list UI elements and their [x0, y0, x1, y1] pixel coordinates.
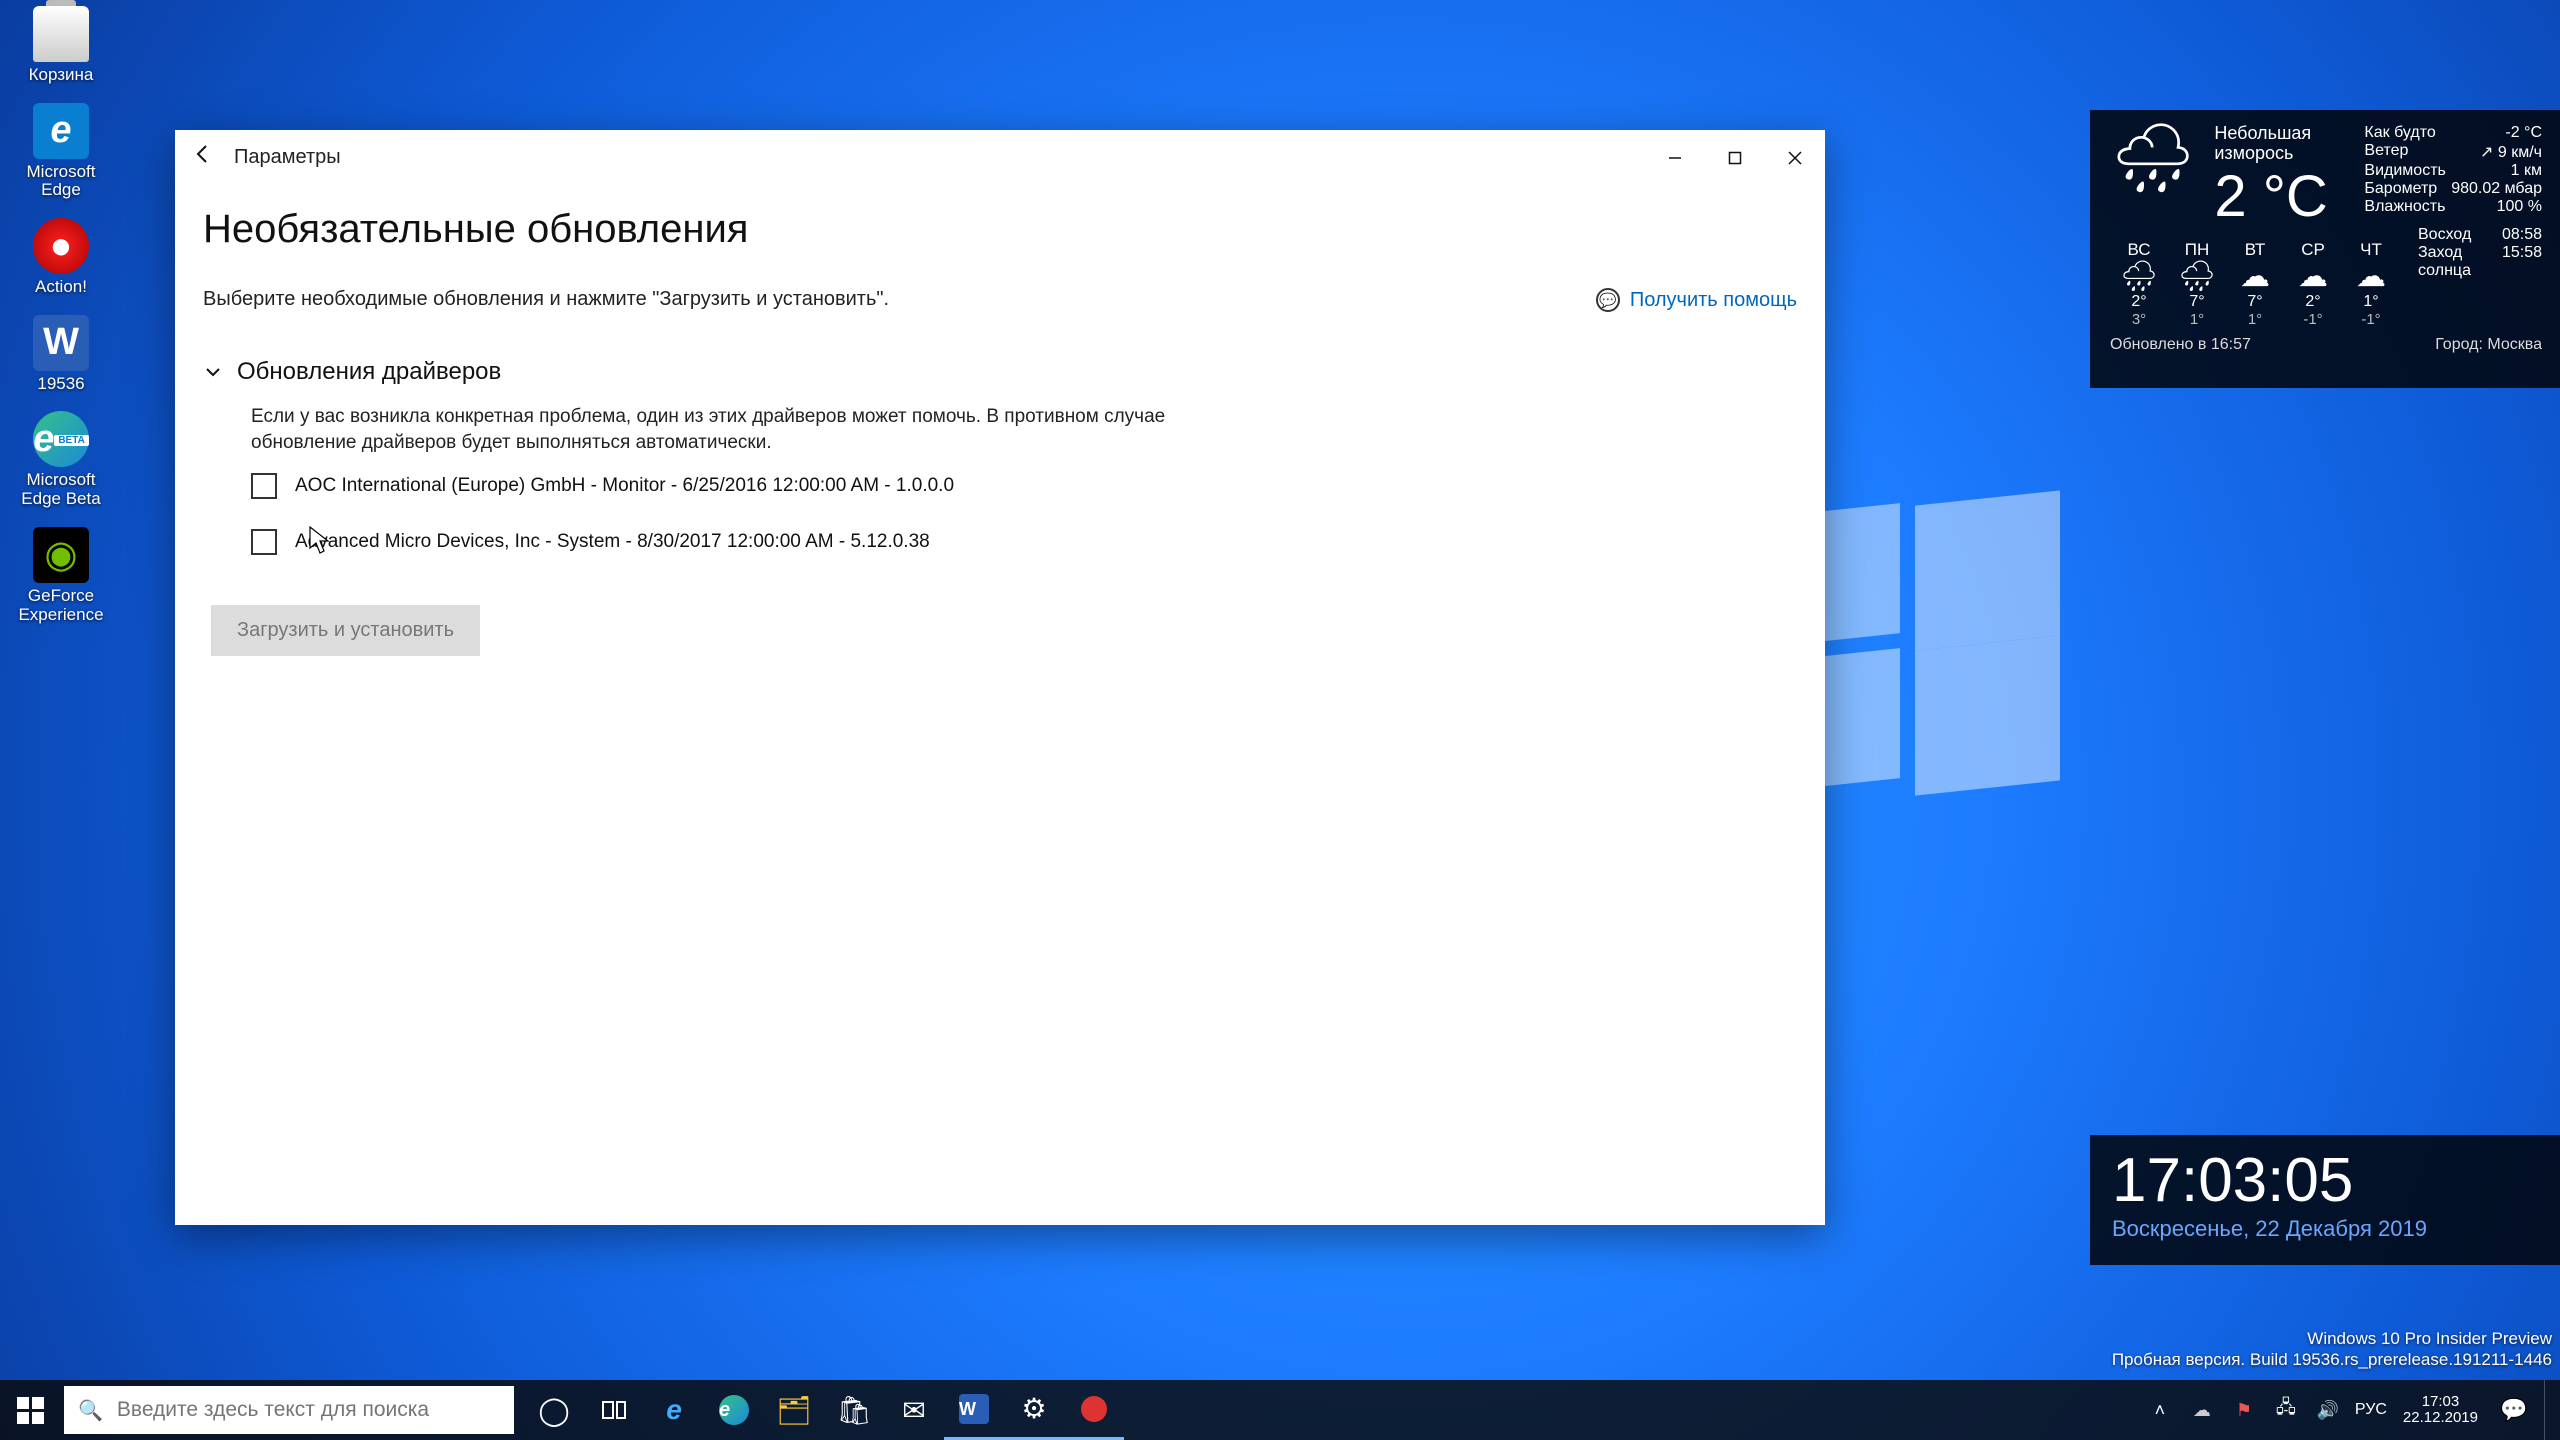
tray-security-icon[interactable]: ⚑: [2229, 1400, 2259, 1421]
weather-city: Город: Москва: [2435, 336, 2542, 354]
forecast-day: СР☁2°-1°: [2284, 240, 2342, 328]
maximize-button[interactable]: [1705, 130, 1765, 185]
get-help-link[interactable]: 💬 Получить помощь: [1596, 288, 1797, 312]
tray-volume-icon[interactable]: 🔊: [2313, 1400, 2343, 1421]
tray-chevron-up-icon[interactable]: ˄: [2145, 1400, 2175, 1421]
forecast-day: ВТ☁7°1°: [2226, 240, 2284, 328]
tray-notifications-icon[interactable]: 💬: [2496, 1397, 2532, 1423]
weather-details: Как будто-2 °CВетер↗ 9 км/чВидимость1 км…: [2364, 124, 2542, 226]
search-icon: 🔍: [78, 1398, 103, 1423]
desktop-icons: Корзина e Microsoft Edge ● Action! W 19536 e…: [6, 6, 126, 642]
tray-language[interactable]: РУС: [2355, 1401, 2385, 1419]
system-tray: ˄ ☁ ⚑ 🖧 🔊 РУС 17:0322.12.2019 💬: [2145, 1380, 2560, 1440]
section-header-toggle[interactable]: Обновления драйверов: [203, 358, 1797, 386]
desktop-icon-build[interactable]: W 19536: [6, 315, 116, 394]
desktop: Корзина e Microsoft Edge ● Action! W 19536 e…: [0, 0, 2560, 1440]
edge-icon: e: [33, 103, 89, 159]
download-install-button[interactable]: Загрузить и установить: [211, 605, 480, 656]
desktop-icon-recycle-bin[interactable]: Корзина: [6, 6, 116, 85]
driver-item: AOC International (Europe) GmbH - Monito…: [251, 473, 1797, 499]
get-help-label: Получить помощь: [1630, 289, 1797, 312]
tray-datetime[interactable]: 17:0322.12.2019: [2403, 1394, 2478, 1427]
clock-widget[interactable]: 17:03:05 Воскресенье, 22 Декабря 2019: [2090, 1135, 2560, 1265]
driver-checkbox[interactable]: [251, 529, 277, 555]
taskbar-settings-icon[interactable]: ⚙: [1004, 1380, 1064, 1440]
page-subtitle: Выберите необходимые обновления и нажмит…: [203, 288, 889, 311]
action-icon: ●: [33, 218, 89, 274]
chevron-down-icon: [203, 362, 223, 382]
settings-window: Параметры Необязательные обновления Выбе…: [175, 130, 1825, 1225]
tray-onedrive-icon[interactable]: ☁: [2187, 1400, 2217, 1421]
edge-beta-icon: eBETA: [33, 411, 89, 467]
task-view-button[interactable]: ◯: [524, 1380, 584, 1440]
taskbar-action-icon[interactable]: [1064, 1380, 1124, 1440]
desktop-icon-edge-beta[interactable]: eBETA Microsoft Edge Beta: [6, 411, 116, 508]
window-title: Параметры: [230, 146, 341, 169]
taskbar-store-icon[interactable]: 🛍: [824, 1380, 884, 1440]
forecast-day: ЧТ☁1°-1°: [2342, 240, 2400, 328]
tray-network-icon[interactable]: 🖧: [2271, 1395, 2301, 1425]
clock-time: 17:03:05: [2112, 1145, 2538, 1216]
driver-item: Advanced Micro Devices, Inc - System - 8…: [251, 529, 1797, 555]
weather-icon: 🌧: [2110, 124, 2196, 226]
desktop-icon-label: GeForce Experience: [6, 587, 116, 624]
desktop-icon-label: Microsoft Edge Beta: [6, 471, 116, 508]
desktop-icon-edge[interactable]: e Microsoft Edge: [6, 103, 116, 200]
section-description: Если у вас возникла конкретная проблема,…: [251, 404, 1271, 455]
page-title: Необязательные обновления: [203, 207, 1797, 252]
taskbar-edge-icon[interactable]: e: [644, 1380, 704, 1440]
desktop-icon-label: 19536: [6, 375, 116, 394]
insider-watermark: Windows 10 Pro Insider Preview Пробная в…: [2112, 1328, 2552, 1371]
weather-forecast: ВС🌧2°3°ПН🌧7°1°ВТ☁7°1°СР☁2°-1°ЧТ☁1°-1°: [2110, 240, 2400, 328]
geforce-icon: ◉: [33, 527, 89, 583]
build-icon: W: [33, 315, 89, 371]
start-button[interactable]: [0, 1380, 60, 1440]
driver-label: Advanced Micro Devices, Inc - System - 8…: [295, 531, 930, 553]
driver-checkbox[interactable]: [251, 473, 277, 499]
desktop-icon-geforce[interactable]: ◉ GeForce Experience: [6, 527, 116, 624]
taskbar-edge-beta-icon[interactable]: e: [704, 1380, 764, 1440]
taskbar-search[interactable]: 🔍: [64, 1386, 514, 1434]
weather-temperature: 2 °C: [2214, 168, 2327, 226]
driver-list: AOC International (Europe) GmbH - Monito…: [203, 473, 1797, 555]
weather-sun-times: Восход08:58Заход солнца15:58: [2418, 226, 2542, 328]
weather-updated: Обновлено в 16:57: [2110, 336, 2251, 354]
taskbar-file-explorer-icon[interactable]: 🗂: [764, 1380, 824, 1440]
window-content: Необязательные обновления Выберите необх…: [175, 185, 1825, 656]
section-header-label: Обновления драйверов: [237, 358, 501, 386]
minimize-button[interactable]: [1645, 130, 1705, 185]
forecast-day: ВС🌧2°3°: [2110, 240, 2168, 328]
timeline-button[interactable]: [584, 1380, 644, 1440]
show-desktop-button[interactable]: [2544, 1380, 2554, 1440]
desktop-icon-label: Action!: [6, 278, 116, 297]
taskbar: 🔍 ◯ e e 🗂 🛍 ✉ W ⚙ ˄ ☁ ⚑ 🖧 🔊 РУС 17:0322.…: [0, 1380, 2560, 1440]
taskbar-mail-icon[interactable]: ✉: [884, 1380, 944, 1440]
clock-date: Воскресенье, 22 Декабря 2019: [2112, 1216, 2538, 1242]
weather-description: Небольшаяизморось: [2214, 124, 2327, 164]
taskbar-pinned-apps: ◯ e e 🗂 🛍 ✉ W ⚙: [524, 1380, 1124, 1440]
desktop-icon-label: Microsoft Edge: [6, 163, 116, 200]
driver-updates-section: Обновления драйверов Если у вас возникла…: [203, 358, 1797, 555]
forecast-day: ПН🌧7°1°: [2168, 240, 2226, 328]
search-input[interactable]: [117, 1398, 500, 1422]
driver-label: AOC International (Europe) GmbH - Monito…: [295, 475, 954, 497]
desktop-icon-label: Корзина: [6, 66, 116, 85]
titlebar: Параметры: [175, 130, 1825, 185]
close-button[interactable]: [1765, 130, 1825, 185]
weather-widget[interactable]: 🌧 Небольшаяизморось 2 °C Как будто-2 °CВ…: [2090, 110, 2560, 388]
recycle-bin-icon: [33, 6, 89, 62]
desktop-icon-action[interactable]: ● Action!: [6, 218, 116, 297]
help-icon: 💬: [1596, 288, 1620, 312]
back-button[interactable]: [175, 142, 230, 173]
taskbar-word-icon[interactable]: W: [944, 1380, 1004, 1440]
